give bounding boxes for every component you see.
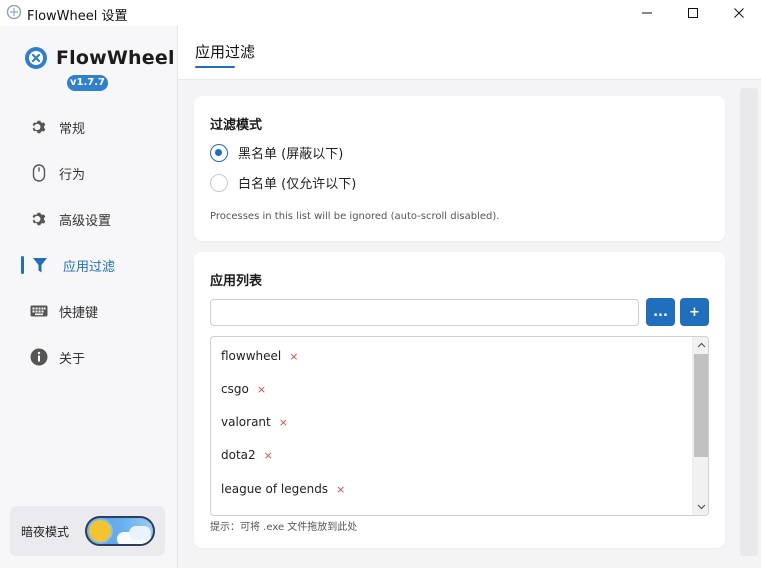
remove-icon[interactable]: × xyxy=(257,383,266,396)
window-title: FlowWheel 设置 xyxy=(27,9,128,24)
app-name: flowwheel xyxy=(221,349,282,363)
app-list-title: 应用列表 xyxy=(210,274,263,289)
remove-icon[interactable]: × xyxy=(289,350,298,363)
flowwheel-logo-icon xyxy=(25,47,47,69)
browse-button[interactable]: ... xyxy=(646,298,675,326)
chevron-up-icon[interactable] xyxy=(696,340,707,351)
sidebar-item-label: 应用过滤 xyxy=(63,259,116,275)
sidebar-item-app-filter[interactable]: 应用过滤 xyxy=(0,250,177,280)
process-name-input[interactable] xyxy=(210,299,639,326)
brand: FlowWheel xyxy=(24,46,175,70)
app-name: league of legends xyxy=(221,482,329,496)
sidebar-item-behavior[interactable]: 行为 xyxy=(0,158,177,188)
brand-name: FlowWheel xyxy=(56,47,175,69)
app-name: csgo xyxy=(221,382,249,396)
maximize-button[interactable] xyxy=(670,0,716,26)
list-item: dota2 × xyxy=(221,448,273,462)
cloud-icon xyxy=(129,526,151,540)
main-content: 应用过滤 过滤模式 黑名单 (屏蔽以下) 白名单 (仅允许以下) Process… xyxy=(178,26,761,568)
remove-icon[interactable]: × xyxy=(279,416,288,429)
active-indicator xyxy=(21,256,24,274)
sidebar-item-shortcuts[interactable]: 快捷键 xyxy=(0,296,177,326)
sidebar: FlowWheel v1.7.7 常规 行为 高级设置 应用过滤 快捷键 关于 … xyxy=(0,26,178,568)
app-name: valorant xyxy=(221,415,271,429)
version-badge: v1.7.7 xyxy=(67,75,108,91)
page-scrollbar[interactable] xyxy=(740,88,758,556)
radio-label: 黑名单 (屏蔽以下) xyxy=(238,147,344,162)
page-title-underline xyxy=(195,66,235,68)
sidebar-item-general[interactable]: 常规 xyxy=(0,112,177,142)
dark-mode-label: 暗夜模式 xyxy=(21,525,70,539)
page-header: 应用过滤 xyxy=(178,26,761,80)
title-bar: FlowWheel 设置 xyxy=(0,0,761,26)
app-icon xyxy=(6,4,22,20)
radio-blacklist[interactable]: 黑名单 (屏蔽以下) xyxy=(210,143,343,162)
app-list: flowwheel × csgo × valorant × dota2 × le… xyxy=(210,336,709,516)
radio-whitelist[interactable]: 白名单 (仅允许以下) xyxy=(210,173,356,192)
scrollbar-thumb[interactable] xyxy=(694,354,708,457)
list-item: valorant × xyxy=(221,415,288,429)
radio-button[interactable] xyxy=(210,143,228,162)
keyboard-icon xyxy=(29,301,49,321)
radio-button[interactable] xyxy=(210,173,228,192)
radio-label: 白名单 (仅允许以下) xyxy=(238,177,357,192)
add-app-button[interactable]: + xyxy=(680,298,709,326)
theme-card: 暗夜模式 xyxy=(10,506,165,556)
sidebar-item-label: 常规 xyxy=(59,121,86,137)
sidebar-item-label: 关于 xyxy=(59,351,86,367)
page-title: 应用过滤 xyxy=(195,43,256,61)
sidebar-item-label: 高级设置 xyxy=(59,213,112,229)
minimize-icon xyxy=(642,12,652,14)
sidebar-item-about[interactable]: 关于 xyxy=(0,342,177,372)
sidebar-item-label: 行为 xyxy=(59,167,86,183)
gear-icon xyxy=(29,209,49,229)
list-item: flowwheel × xyxy=(221,349,298,363)
list-item: league of legends × xyxy=(221,482,345,496)
app-list-card: 应用列表 ... + flowwheel × csgo × valorant ×… xyxy=(194,252,725,548)
app-name: dota2 xyxy=(221,448,256,462)
sun-icon xyxy=(89,520,111,542)
gear-icon xyxy=(29,117,49,137)
chevron-down-icon[interactable] xyxy=(696,501,707,512)
filter-mode-hint: Processes in this list will be ignored (… xyxy=(210,211,500,222)
maximize-icon xyxy=(688,8,698,18)
list-item: csgo × xyxy=(221,382,266,396)
close-button[interactable] xyxy=(716,0,761,26)
mouse-icon xyxy=(29,163,49,183)
info-icon xyxy=(29,347,49,367)
remove-icon[interactable]: × xyxy=(264,449,273,462)
close-icon xyxy=(734,8,744,18)
list-scrollbar[interactable] xyxy=(692,337,708,515)
minimize-button[interactable] xyxy=(624,0,670,26)
drop-hint: 提示：可将 .exe 文件拖放到此处 xyxy=(210,522,358,533)
remove-icon[interactable]: × xyxy=(336,483,345,496)
sidebar-item-label: 快捷键 xyxy=(59,305,99,321)
filter-icon xyxy=(30,255,50,275)
filter-mode-title: 过滤模式 xyxy=(210,118,263,133)
filter-mode-card: 过滤模式 黑名单 (屏蔽以下) 白名单 (仅允许以下) Processes in… xyxy=(194,96,725,241)
dark-mode-toggle[interactable] xyxy=(85,516,155,546)
sidebar-item-advanced[interactable]: 高级设置 xyxy=(0,204,177,234)
